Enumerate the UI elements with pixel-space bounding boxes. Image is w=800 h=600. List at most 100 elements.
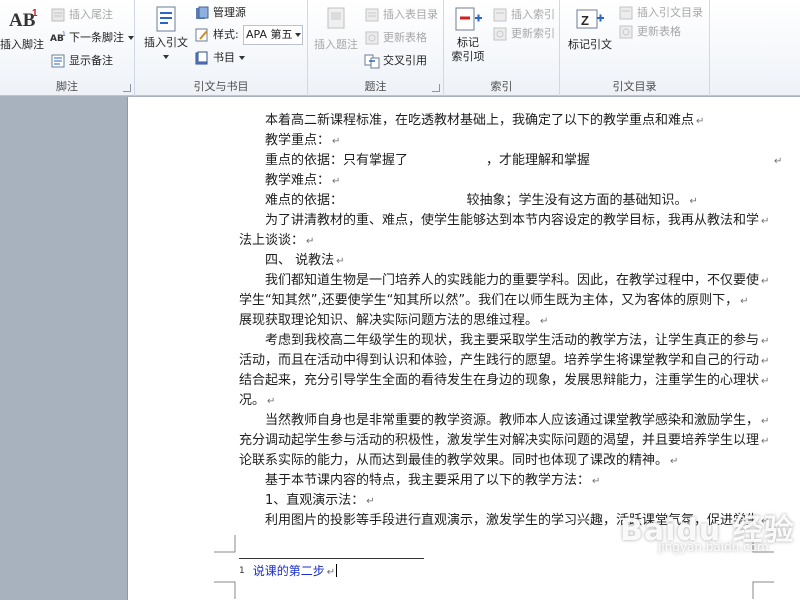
document-line[interactable]: 本着高二新课程标准，在吃透教材基础上，我确定了以下的教学重点和难点 ↵ [265, 111, 704, 131]
svg-text:1: 1 [62, 31, 66, 38]
insert-endnote-label: 插入尾注 [69, 8, 113, 21]
captions-group-label: 题注 [364, 80, 387, 93]
show-notes-icon [51, 54, 65, 68]
insert-toa-icon [619, 6, 633, 20]
document-line-text: 我们都知道生物是一门培养人的实践能力的重要学科。因此，在教学过程中，不仅要使 [265, 273, 760, 288]
document-line[interactable]: 活动，而且在活动中得到认识和体验，产生践行的愿望。培养学生将课堂教学和自己的行动… [239, 351, 769, 371]
citations-group-label: 引文与书目 [193, 80, 249, 93]
footnote-icon: AB 1 [9, 8, 38, 31]
insert-footnote-button[interactable]: AB 1 插入脚注 [0, 4, 46, 52]
manage-sources-button[interactable]: 管理源 [194, 3, 246, 23]
document-line-text: 难点的依据： 较抽象；学生没有这方面的基础知识。 [265, 193, 688, 208]
paragraph-mark: ↵ [774, 156, 783, 167]
document-line[interactable]: 我们都知道生物是一门培养人的实践能力的重要学科。因此，在教学过程中，不仅要使 ↵ [265, 271, 769, 291]
document-line[interactable]: 重点的依据：只有掌握了 ，才能理解和掌握 ↵ [265, 151, 782, 171]
mark-citation-button[interactable]: Z 标记引文 [564, 4, 616, 52]
insert-caption-icon [327, 7, 345, 29]
citations-group: 插入引文 管理源 样式: 书目 引文与书目 [135, 0, 308, 96]
paragraph-mark: ↵ [761, 216, 770, 227]
document-line[interactable]: 法上谈谈： ↵ [239, 231, 314, 251]
mark-index-entry-button[interactable]: 标记 索引项 [446, 4, 490, 64]
document-line-text: 活动，而且在活动中得到认识和体验，产生践行的愿望。培养学生将课堂教学和自己的行动 [239, 353, 760, 368]
bibliography-icon [195, 51, 208, 65]
document-line-text: 结合起来，充分引导学生全面的看待发生在身边的现象，发展思辩能力，注重学生的心理状 [239, 373, 760, 388]
footnote-text: 说课的第二步 [252, 564, 325, 578]
insert-citation-label: 插入引文 [144, 36, 188, 49]
document-line[interactable]: 为了讲清教材的重、难点，使学生能够达到本节内容设定的教学目标，我再从教法和学 ↵ [265, 211, 769, 231]
page-corner-mark [214, 581, 236, 599]
paragraph-mark: ↵ [326, 567, 336, 578]
document-line-text: 四、 说教法 [265, 253, 335, 268]
insert-toa-label: 插入引文目录 [637, 6, 703, 19]
paragraph-mark: ↵ [540, 316, 549, 327]
insert-citation-button[interactable]: 插入引文 [141, 4, 191, 64]
bibliography-button[interactable]: 书目 [194, 48, 246, 68]
update-index-button[interactable]: 更新索引 [492, 24, 555, 44]
style-dropdown[interactable]: APA 第五 [243, 25, 303, 45]
update-toa-icon [619, 25, 633, 39]
insert-table-of-authorities-button[interactable]: 插入引文目录 [618, 3, 703, 23]
footnote[interactable]: 1 说课的第二步 ↵ [239, 563, 338, 581]
style-selector[interactable]: 样式: [194, 25, 239, 45]
insert-caption-button[interactable]: 插入题注 [311, 4, 361, 52]
watermark: Baidu 经验 jingyan.baidu.com [490, 430, 794, 554]
document-line-text: 当然教师自身也是非常重要的教学资源。教师本人应该通过课堂教学感染和激励学生， [265, 413, 760, 428]
document-line-text: 本着高二新课程标准，在吃透教材基础上，我确定了以下的教学重点和难点 [265, 113, 695, 128]
manage-sources-label: 管理源 [213, 6, 246, 19]
insert-index-label: 插入索引 [511, 8, 555, 21]
show-notes-button[interactable]: 显示备注 [50, 51, 113, 71]
chevron-down-icon [163, 55, 169, 59]
dialog-launcher-icon[interactable] [432, 84, 440, 92]
document-line[interactable]: 1、直观演示法： ↵ [265, 491, 375, 511]
update-index-icon [493, 27, 507, 41]
document-line[interactable]: 难点的依据： 较抽象；学生没有这方面的基础知识。 ↵ [265, 191, 698, 211]
paragraph-mark: ↵ [696, 116, 705, 127]
update-toa-label: 更新表格 [637, 25, 681, 38]
cross-reference-button[interactable]: 交叉引用 [364, 51, 427, 71]
document-line-text: 考虑到我校高二年级学生的现状，我主要采取学生活动的教学方法，让学生真正的参与 [265, 333, 760, 348]
update-table-button[interactable]: 更新表格 [364, 28, 427, 48]
paragraph-mark: ↵ [336, 256, 345, 267]
insert-footnote-label: 插入脚注 [0, 38, 44, 51]
style-dropdown-arrow-icon[interactable] [295, 33, 301, 37]
document-line[interactable]: 教学重点： ↵ [265, 131, 340, 151]
document-line[interactable]: 展现获取理论知识、解决实际问题方法的思维过程。 ↵ [239, 311, 548, 331]
mark-citation-label: 标记引文 [568, 38, 612, 51]
page-corner-mark [214, 535, 236, 553]
document-line-text: 展现获取理论知识、解决实际问题方法的思维过程。 [239, 313, 539, 328]
document-line[interactable]: 学生“知其然”,还要使学生“知其所以然”。我们在以师生既为主体，又为客体的原则下… [239, 291, 748, 311]
insert-caption-label: 插入题注 [314, 38, 358, 51]
update-toa-button[interactable]: 更新表格 [618, 22, 681, 42]
mark-citation-icon: Z [576, 9, 604, 29]
paragraph-mark: ↵ [761, 276, 770, 287]
document-line[interactable]: 当然教师自身也是非常重要的教学资源。教师本人应该通过课堂教学感染和激励学生， ↵ [265, 411, 769, 431]
insert-table-of-figures-button[interactable]: 插入表目录 [364, 5, 438, 25]
footnote-separator [239, 558, 424, 559]
paragraph-mark: ↵ [689, 196, 698, 207]
endnote-icon [51, 8, 65, 22]
paragraph-mark: ↵ [761, 336, 770, 347]
svg-text:1: 1 [32, 8, 38, 19]
document-line-text: 为了讲清教材的重、难点，使学生能够达到本节内容设定的教学目标，我再从教法和学 [265, 213, 760, 228]
insert-index-button[interactable]: 插入索引 [492, 5, 555, 25]
watermark-url: jingyan.baidu.com [658, 540, 769, 554]
insert-index-icon [493, 8, 507, 22]
insert-endnote-button[interactable]: 插入尾注 [50, 5, 113, 25]
paragraph-mark: ↵ [332, 136, 341, 147]
update-table-icon [365, 31, 379, 45]
document-line[interactable]: 考虑到我校高二年级学生的现状，我主要采取学生活动的教学方法，让学生真正的参与 ↵ [265, 331, 769, 351]
update-table-label: 更新表格 [383, 31, 427, 44]
chevron-down-icon [239, 56, 245, 60]
document-line[interactable]: 教学难点： ↵ [265, 171, 340, 191]
show-notes-label: 显示备注 [69, 54, 113, 67]
document-line[interactable]: 况。 ↵ [239, 391, 275, 411]
next-footnote-button[interactable]: AB 1 下一条脚注 [50, 28, 135, 48]
document-line[interactable]: 结合起来，充分引导学生全面的看待发生在身边的现象，发展思辩能力，注重学生的心理状… [239, 371, 769, 391]
dialog-launcher-icon[interactable] [123, 84, 131, 92]
document-line-text: 法上谈谈： [239, 233, 305, 248]
mark-entry-label-line2: 索引项 [451, 50, 485, 63]
footnote-number: 1 [239, 566, 245, 576]
document-line-text: 1、直观演示法： [265, 493, 365, 508]
footnotes-group: AB 1 插入脚注 插入尾注 AB 1 下一条脚注 显示备注 脚注 [0, 0, 135, 96]
document-line[interactable]: 四、 说教法 ↵ [265, 251, 345, 271]
